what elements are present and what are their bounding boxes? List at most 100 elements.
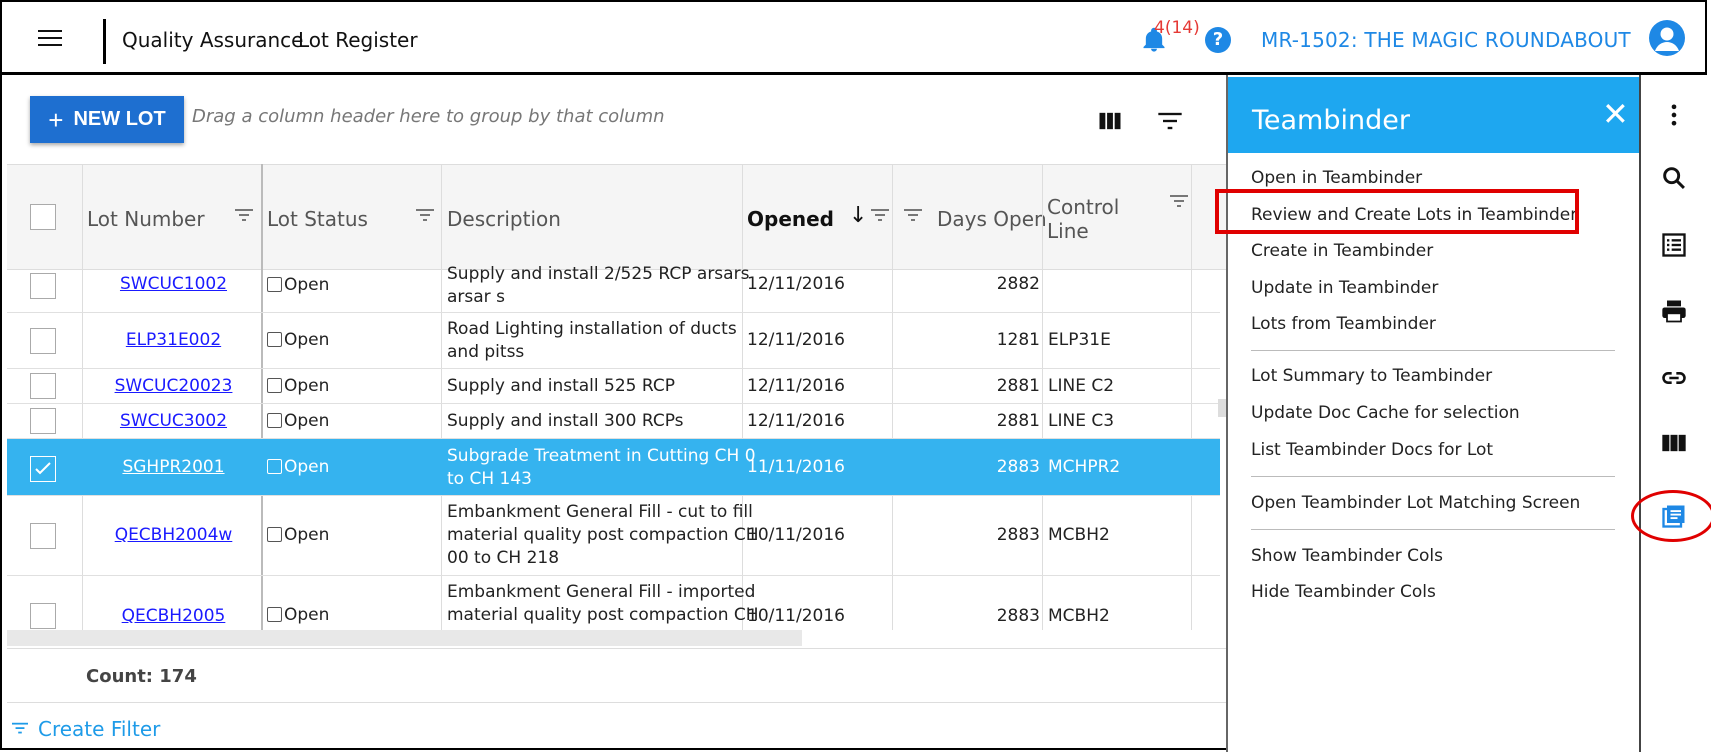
row-checkbox[interactable] bbox=[30, 328, 56, 354]
app-frame: Quality Assurance Lot Register 4(14) ? M… bbox=[0, 0, 1711, 752]
status-text: Open bbox=[284, 275, 330, 295]
group-by-drop-zone[interactable]: Drag a column header here to group by th… bbox=[192, 106, 665, 127]
avatar-icon[interactable] bbox=[1649, 20, 1685, 56]
highlight-annotation-box bbox=[1215, 189, 1579, 234]
new-lot-button[interactable]: + NEW LOT bbox=[30, 96, 184, 143]
row-checkbox[interactable] bbox=[30, 408, 56, 434]
opened-cell: 11/11/2016 bbox=[747, 457, 845, 477]
plus-icon: + bbox=[48, 104, 64, 135]
create-filter-link[interactable]: Create Filter bbox=[12, 717, 160, 741]
menu-lots-from-teambinder[interactable]: Lots from Teambinder bbox=[1251, 314, 1436, 334]
lot-number-link[interactable]: QECBH2004w bbox=[86, 524, 261, 547]
lot-number-link[interactable]: SWCUC1002 bbox=[86, 273, 261, 296]
lot-status-cell: Open bbox=[267, 524, 329, 547]
description-line: Supply and install 2/525 RCP arsars bbox=[447, 264, 750, 284]
days-open-cell: 2881 bbox=[996, 376, 1040, 396]
columns-icon[interactable] bbox=[1096, 107, 1124, 135]
opened-cell: 12/11/2016 bbox=[747, 376, 845, 396]
notification-count[interactable]: 4(14) bbox=[1154, 18, 1200, 38]
table-row[interactable]: QECBH2005 Open Embankment General Fill -… bbox=[7, 576, 1220, 630]
status-checkbox[interactable] bbox=[267, 378, 282, 393]
col-header-lot-number[interactable]: Lot Number bbox=[87, 207, 205, 231]
description-cell: Embankment General Fill - cut to fill mat… bbox=[447, 501, 759, 570]
link-icon[interactable] bbox=[1660, 364, 1688, 392]
col-header-description[interactable]: Description bbox=[447, 207, 561, 231]
panel-header: Teambinder ✕ bbox=[1228, 77, 1639, 153]
row-checkbox[interactable] bbox=[30, 373, 56, 399]
close-icon[interactable]: ✕ bbox=[1602, 95, 1629, 133]
columns-rail-icon[interactable] bbox=[1660, 429, 1688, 457]
project-selector[interactable]: MR-1502: THE MAGIC ROUNDABOUT bbox=[1261, 28, 1631, 52]
lot-number-link[interactable]: SWCUC3002 bbox=[86, 410, 261, 433]
status-checkbox[interactable] bbox=[267, 413, 282, 428]
check-icon bbox=[35, 462, 51, 475]
menu-update-doc-cache[interactable]: Update Doc Cache for selection bbox=[1251, 403, 1520, 423]
col-filter-icon[interactable] bbox=[871, 209, 889, 223]
list-icon[interactable] bbox=[1660, 231, 1688, 259]
col-header-control-line[interactable]: Control Line bbox=[1047, 195, 1119, 243]
description-cell: Supply and install 2/525 RCP arsars arsar… bbox=[447, 263, 749, 309]
menu-lot-summary[interactable]: Lot Summary to Teambinder bbox=[1251, 366, 1492, 386]
col-header-control-line-1: Control bbox=[1047, 195, 1120, 219]
description-line: Road Lighting installation of ducts bbox=[447, 319, 737, 339]
status-checkbox[interactable] bbox=[267, 459, 282, 474]
status-text: Open bbox=[284, 376, 330, 396]
help-icon[interactable]: ? bbox=[1205, 27, 1231, 53]
row-checkbox[interactable] bbox=[30, 603, 56, 629]
menu-lot-matching-screen[interactable]: Open Teambinder Lot Matching Screen bbox=[1251, 493, 1580, 513]
lot-number-link[interactable]: SGHPR2001 bbox=[86, 456, 261, 479]
menu-create-in-teambinder[interactable]: Create in Teambinder bbox=[1251, 241, 1433, 261]
vertical-scrollbar[interactable] bbox=[1218, 399, 1226, 417]
col-header-days-open[interactable]: Days Open bbox=[937, 207, 1047, 231]
col-header-lot-status[interactable]: Lot Status bbox=[267, 207, 368, 231]
days-open-cell: 2883 bbox=[996, 606, 1040, 626]
hamburger-icon[interactable] bbox=[38, 30, 62, 48]
lot-status-cell: Open bbox=[267, 274, 329, 297]
table-row[interactable]: ELP31E002 Open Road Lighting installatio… bbox=[7, 313, 1220, 369]
row-checkbox[interactable] bbox=[30, 523, 56, 549]
row-checkbox-checked[interactable] bbox=[30, 456, 56, 482]
col-filter-icon[interactable] bbox=[416, 209, 434, 223]
status-checkbox[interactable] bbox=[267, 332, 282, 347]
table-row[interactable]: SWCUC3002 Open Supply and install 300 RC… bbox=[7, 404, 1220, 439]
table-row[interactable]: QECBH2004w Open Embankment General Fill … bbox=[7, 496, 1220, 576]
print-icon[interactable] bbox=[1660, 297, 1688, 325]
status-text: Open bbox=[284, 330, 330, 350]
control-line-cell: MCHPR2 bbox=[1048, 457, 1121, 477]
select-all-checkbox[interactable] bbox=[30, 204, 56, 230]
col-header-opened[interactable]: Opened bbox=[747, 207, 834, 231]
lot-number-link[interactable]: ELP31E002 bbox=[86, 329, 261, 352]
new-lot-label: NEW LOT bbox=[73, 108, 166, 130]
status-checkbox[interactable] bbox=[267, 527, 282, 542]
table-row-selected[interactable]: SGHPR2001 Open Subgrade Treatment in Cut… bbox=[7, 439, 1220, 496]
opened-cell: 12/11/2016 bbox=[747, 330, 845, 350]
days-open-cell: 2882 bbox=[996, 274, 1040, 294]
sort-desc-icon[interactable]: ↓ bbox=[849, 203, 867, 228]
horizontal-scrollbar[interactable] bbox=[7, 630, 802, 646]
header-divider bbox=[103, 19, 106, 64]
row-checkbox[interactable] bbox=[30, 273, 56, 299]
menu-hide-cols[interactable]: Hide Teambinder Cols bbox=[1251, 582, 1436, 602]
description-cell: Subgrade Treatment in Cutting CH 0 to CH … bbox=[447, 445, 756, 491]
filter-icon[interactable] bbox=[1156, 107, 1184, 135]
menu-update-in-teambinder[interactable]: Update in Teambinder bbox=[1251, 278, 1438, 298]
menu-show-cols[interactable]: Show Teambinder Cols bbox=[1251, 546, 1443, 566]
col-filter-icon[interactable] bbox=[904, 209, 922, 223]
description-line: Subgrade Treatment in Cutting CH 0 bbox=[447, 446, 756, 466]
menu-list-docs[interactable]: List Teambinder Docs for Lot bbox=[1251, 440, 1493, 460]
panel-title: Teambinder bbox=[1252, 105, 1410, 136]
lot-number-link[interactable]: SWCUC20023 bbox=[86, 375, 261, 398]
control-line-cell: ELP31E bbox=[1048, 330, 1111, 350]
status-checkbox[interactable] bbox=[267, 277, 282, 292]
lot-status-cell: Open bbox=[267, 375, 329, 398]
col-filter-icon[interactable] bbox=[235, 209, 253, 223]
grid-header: Lot Number Lot Status Description Opened… bbox=[7, 164, 1227, 270]
status-checkbox[interactable] bbox=[267, 607, 282, 622]
table-row[interactable]: SWCUC1002 Open Supply and install 2/525 … bbox=[7, 264, 1220, 313]
more-vert-icon[interactable] bbox=[1660, 101, 1688, 129]
col-filter-icon[interactable] bbox=[1170, 195, 1188, 209]
menu-open-in-teambinder[interactable]: Open in Teambinder bbox=[1251, 168, 1422, 188]
table-row[interactable]: SWCUC20023 Open Supply and install 525 R… bbox=[7, 369, 1220, 404]
lot-number-link[interactable]: QECBH2005 bbox=[86, 605, 261, 628]
search-icon[interactable] bbox=[1660, 164, 1688, 192]
